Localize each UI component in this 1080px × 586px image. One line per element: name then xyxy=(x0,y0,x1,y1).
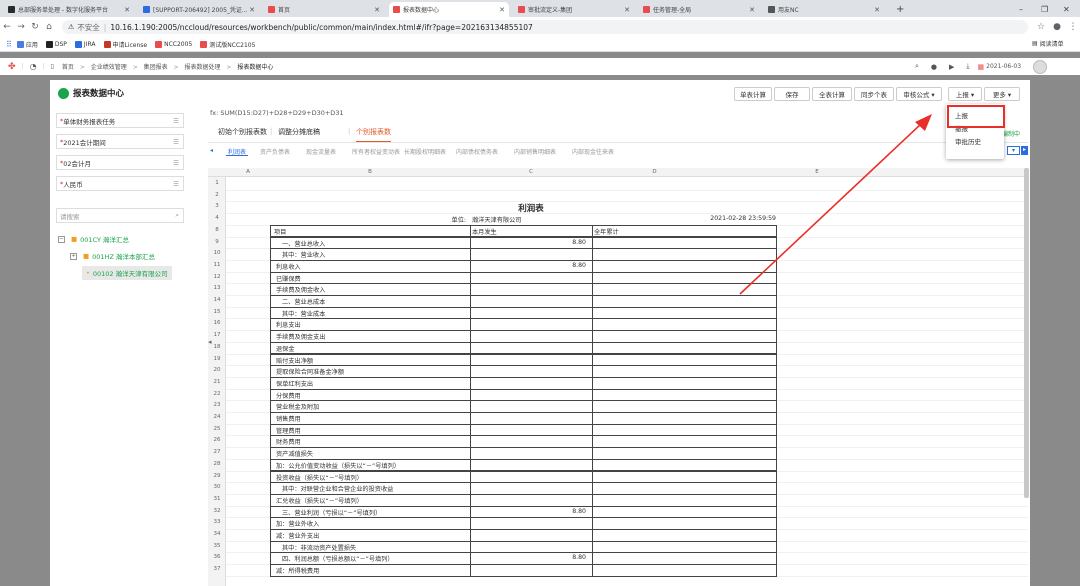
annotation-arrow xyxy=(739,114,932,295)
